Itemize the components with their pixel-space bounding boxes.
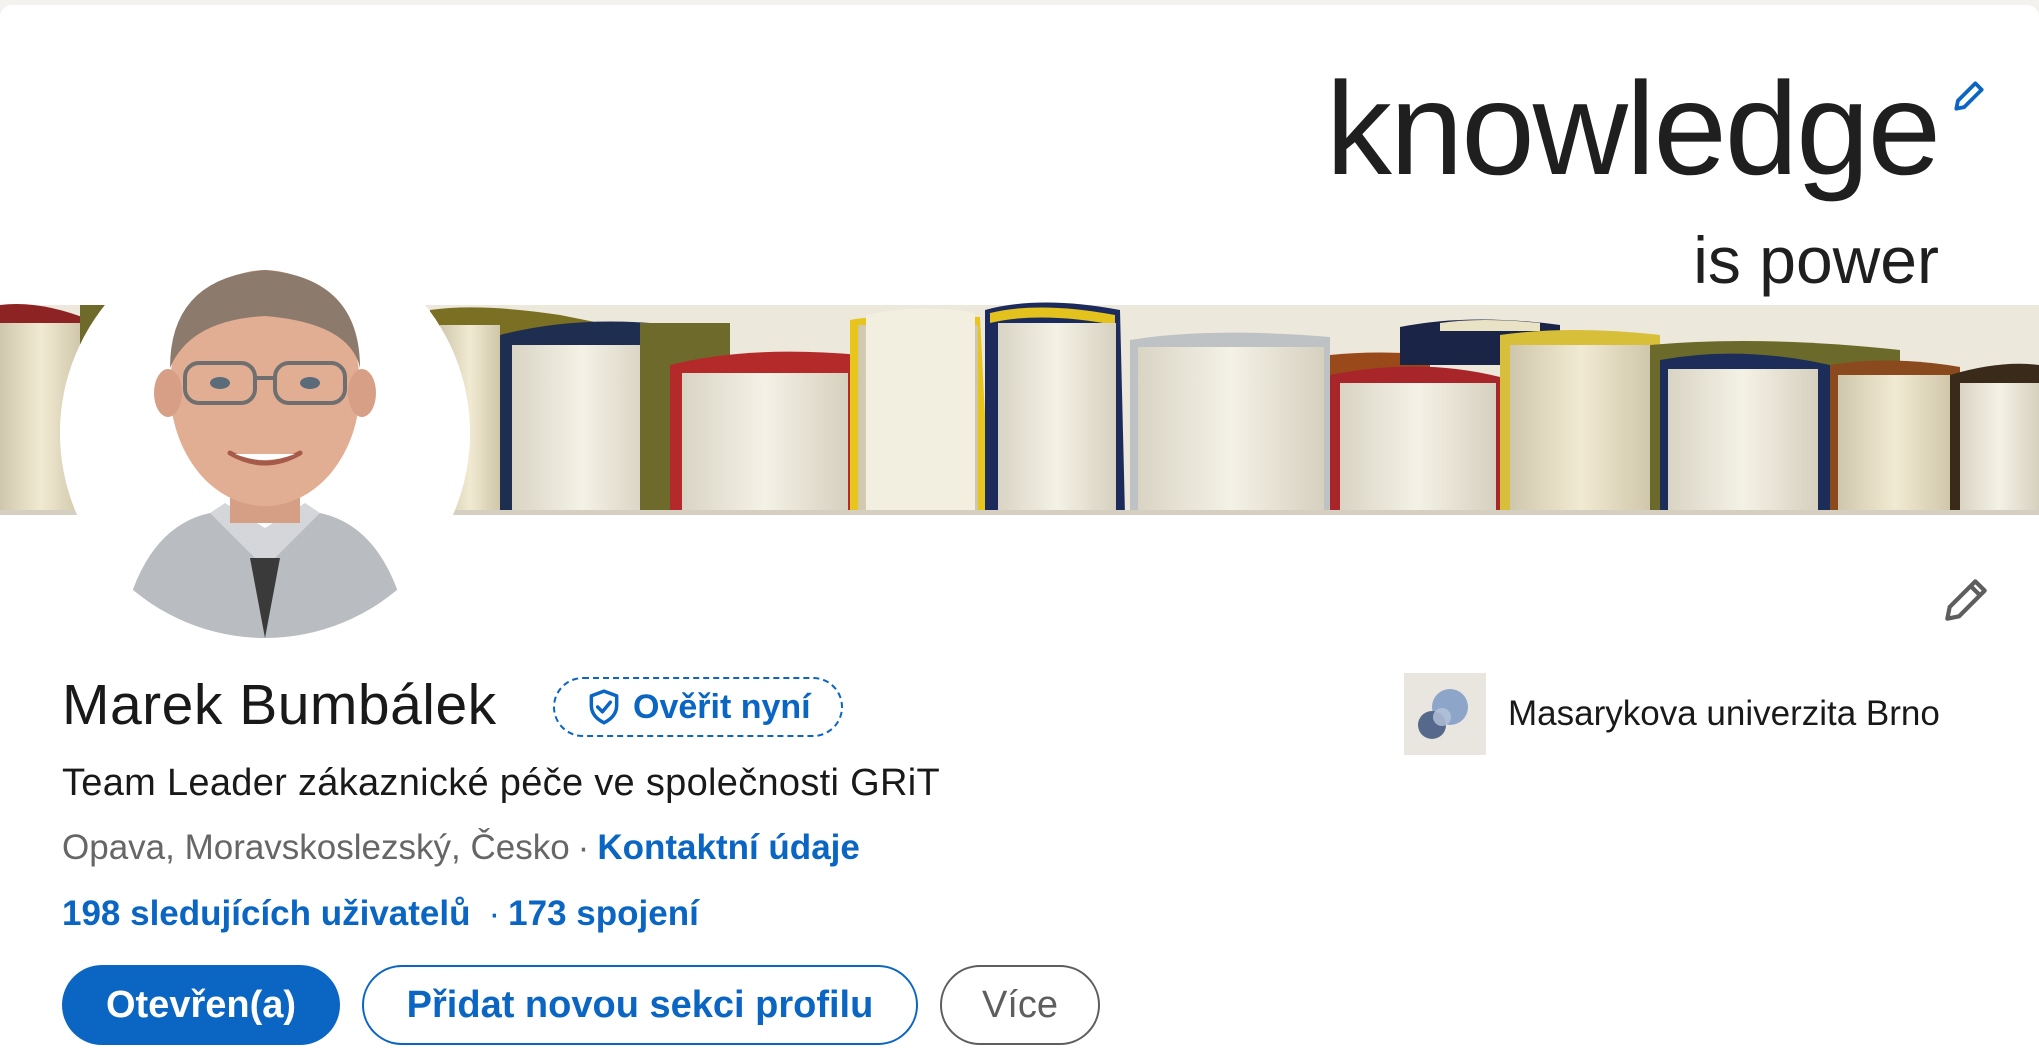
banner-subheadline: is power	[1693, 223, 1939, 297]
location-row: Opava, Moravskoslezský, Česko · Kontaktní …	[62, 828, 860, 868]
network-stats-row: 198 sledujících uživatelů · 173 spojení	[62, 894, 699, 934]
add-profile-section-button[interactable]: Přidat novou sekci profilu	[362, 965, 918, 1045]
pencil-icon	[1945, 579, 1987, 621]
avatar-image	[60, 228, 470, 638]
education-link[interactable]: Masarykova univerzita Brno	[1404, 673, 1940, 755]
separator-dot: ·	[577, 828, 590, 867]
school-name: Masarykova univerzita Brno	[1508, 694, 1940, 733]
separator-dot: ·	[488, 894, 501, 933]
open-to-button[interactable]: Otevřen(a)	[62, 965, 340, 1045]
school-logo	[1404, 673, 1486, 755]
profile-photo[interactable]	[60, 228, 470, 638]
profile-card: knowledge is power Marek Bumbálek Ověřit…	[0, 5, 2039, 1060]
banner-edit-button[interactable]	[1950, 77, 1990, 117]
profile-actions: Otevřen(a) Přidat novou sekci profilu Ví…	[62, 965, 1100, 1045]
profile-name: Marek Bumbálek	[62, 673, 497, 737]
profile-headline: Team Leader zákaznické péče ve společnos…	[62, 762, 940, 804]
location-text: Opava, Moravskoslezský, Česko	[62, 828, 570, 867]
verify-now-label: Ověřit nyní	[633, 687, 811, 726]
shield-check-icon	[589, 689, 619, 725]
more-button[interactable]: Více	[940, 965, 1100, 1045]
connections-link[interactable]: 173 spojení	[508, 894, 699, 933]
school-logo-icon	[1404, 673, 1486, 755]
pencil-icon	[1954, 81, 1984, 111]
verify-now-button[interactable]: Ověřit nyní	[553, 677, 843, 737]
contact-info-link[interactable]: Kontaktní údaje	[597, 828, 860, 867]
edit-intro-button[interactable]	[1934, 568, 1998, 632]
followers-link[interactable]: 198 sledujících uživatelů	[62, 894, 471, 933]
banner-headline: knowledge	[1325, 55, 1941, 202]
